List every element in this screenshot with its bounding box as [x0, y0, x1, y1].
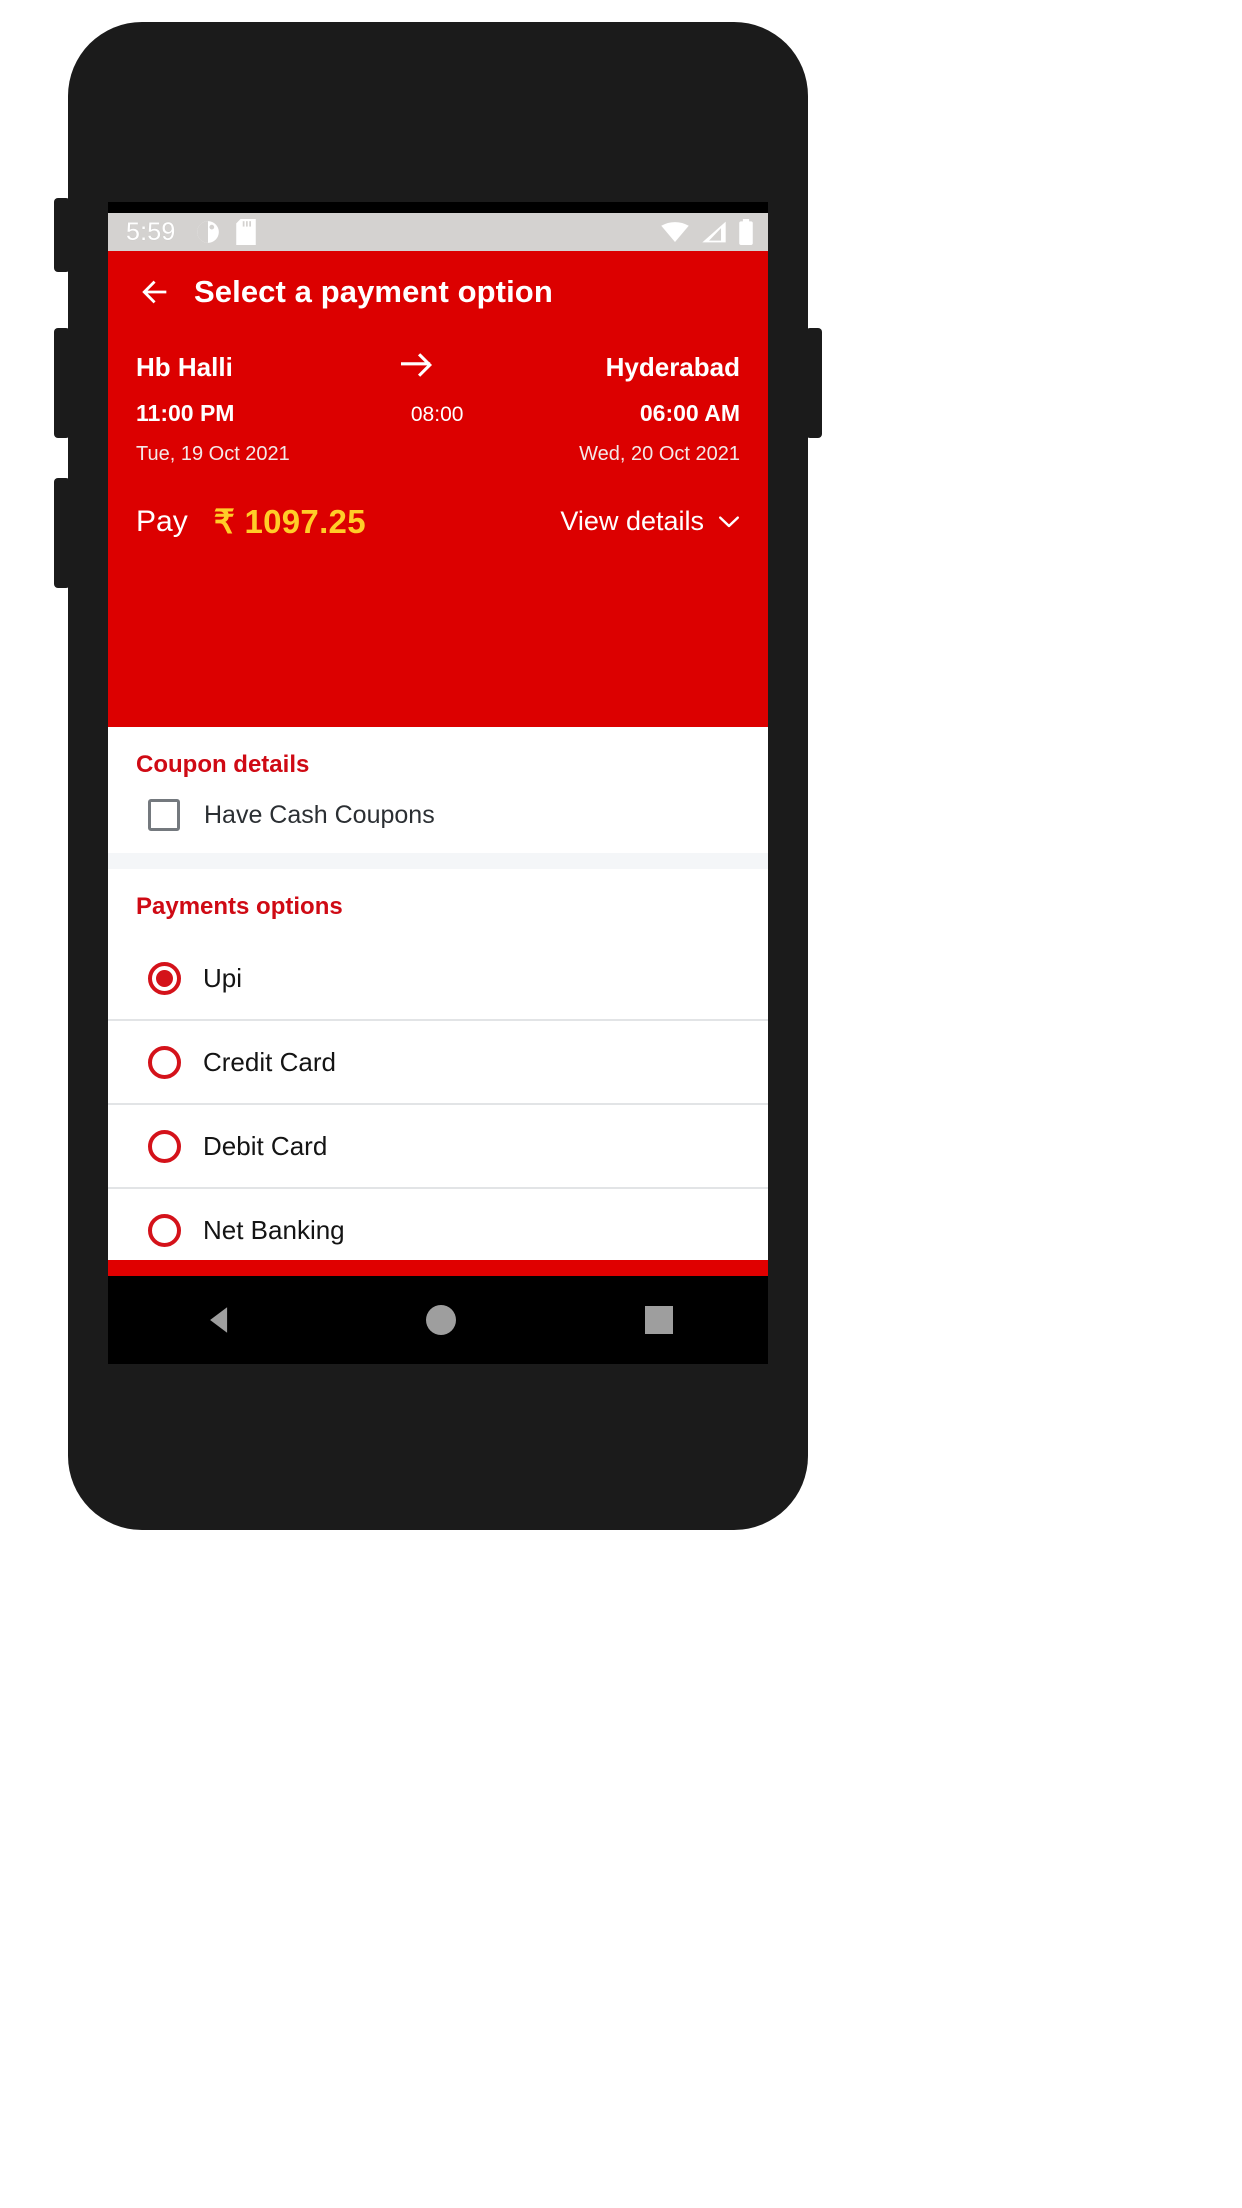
status-bar-clock: 5:59	[126, 217, 176, 246]
do-not-disturb-icon	[197, 221, 220, 243]
phone-screen: 5:59 Select a payment option Hb Halli Hy…	[108, 202, 768, 1364]
payment-option-credit-card[interactable]: Credit Card	[108, 1021, 768, 1105]
arrow-right-icon	[401, 353, 433, 377]
journey-arrow-wrap	[233, 351, 606, 384]
device-volume-down-button[interactable]	[54, 478, 70, 588]
radio-debit-card[interactable]	[148, 1129, 181, 1163]
status-bar-left-icons	[195, 219, 257, 245]
status-bar-right-icons	[660, 219, 754, 245]
payment-option-label: Net Banking	[203, 1214, 345, 1245]
sd-card-icon	[236, 219, 257, 245]
nav-back-icon[interactable]	[203, 1303, 237, 1337]
radio-net-banking[interactable]	[148, 1213, 181, 1247]
view-details-label: View details	[560, 506, 704, 536]
pay-label: Pay	[136, 504, 188, 538]
have-cash-coupons-label: Have Cash Coupons	[204, 800, 435, 829]
chevron-down-icon	[718, 515, 740, 527]
payments-section-title: Payments options	[136, 893, 343, 920]
journey-date-row: Tue, 19 Oct 2021 Wed, 20 Oct 2021	[136, 443, 740, 466]
device-power-button[interactable]	[806, 328, 822, 438]
journey-time-row: 11:00 PM 08:00 06:00 AM	[136, 400, 740, 427]
pay-summary-row: Pay ₹ 1097.25 View details	[108, 502, 768, 541]
radio-upi[interactable]	[148, 961, 181, 995]
destination-city: Hyderabad	[605, 352, 740, 382]
departure-time: 11:00 PM	[136, 400, 235, 426]
payment-option-label: Upi	[203, 962, 243, 993]
have-cash-coupons-row[interactable]: Have Cash Coupons	[108, 779, 768, 831]
payment-option-upi[interactable]: Upi	[108, 937, 768, 1021]
back-arrow-icon[interactable]	[138, 275, 172, 309]
wifi-icon	[661, 222, 689, 242]
journey-summary: Hb Halli Hyderabad 11:00 PM 08:00 06:00 …	[108, 351, 768, 466]
arrival-time: 06:00 AM	[639, 400, 740, 426]
content-scroll-area[interactable]: Coupon details Have Cash Coupons Payment…	[108, 727, 768, 1260]
have-cash-coupons-checkbox[interactable]	[148, 799, 180, 831]
journey-city-row: Hb Halli Hyderabad	[136, 351, 740, 384]
radio-credit-card[interactable]	[148, 1045, 181, 1079]
payment-option-label: Credit Card	[203, 1046, 336, 1077]
section-divider	[108, 853, 768, 869]
android-navigation-bar	[108, 1276, 768, 1364]
view-details-button[interactable]: View details	[560, 506, 740, 537]
payment-option-label: Debit Card	[203, 1130, 328, 1161]
departure-date: Tue, 19 Oct 2021	[136, 443, 290, 465]
journey-duration: 08:00	[410, 403, 464, 426]
origin-city: Hb Halli	[136, 352, 233, 382]
payments-options-card: Payments options Upi Credit Card Debit C…	[108, 869, 768, 1260]
payment-option-debit-card[interactable]: Debit Card	[108, 1105, 768, 1189]
page-title: Select a payment option	[194, 274, 553, 309]
device-side-button-1[interactable]	[54, 198, 70, 272]
nav-home-icon[interactable]	[425, 1305, 456, 1335]
pay-amount: ₹ 1097.25	[213, 503, 366, 540]
arrival-date: Wed, 20 Oct 2021	[579, 443, 740, 465]
toolbar: Select a payment option	[108, 251, 768, 333]
nav-recents-icon[interactable]	[645, 1306, 674, 1334]
device-volume-up-button[interactable]	[54, 328, 70, 438]
status-bar: 5:59	[108, 213, 768, 251]
coupon-details-card: Coupon details Have Cash Coupons	[108, 727, 768, 853]
app-bar: Select a payment option Hb Halli Hyderab…	[108, 251, 768, 727]
cellular-signal-icon	[702, 221, 726, 243]
payment-option-net-banking[interactable]: Net Banking	[108, 1189, 768, 1260]
coupon-section-title: Coupon details	[136, 751, 310, 778]
battery-icon	[739, 219, 753, 245]
